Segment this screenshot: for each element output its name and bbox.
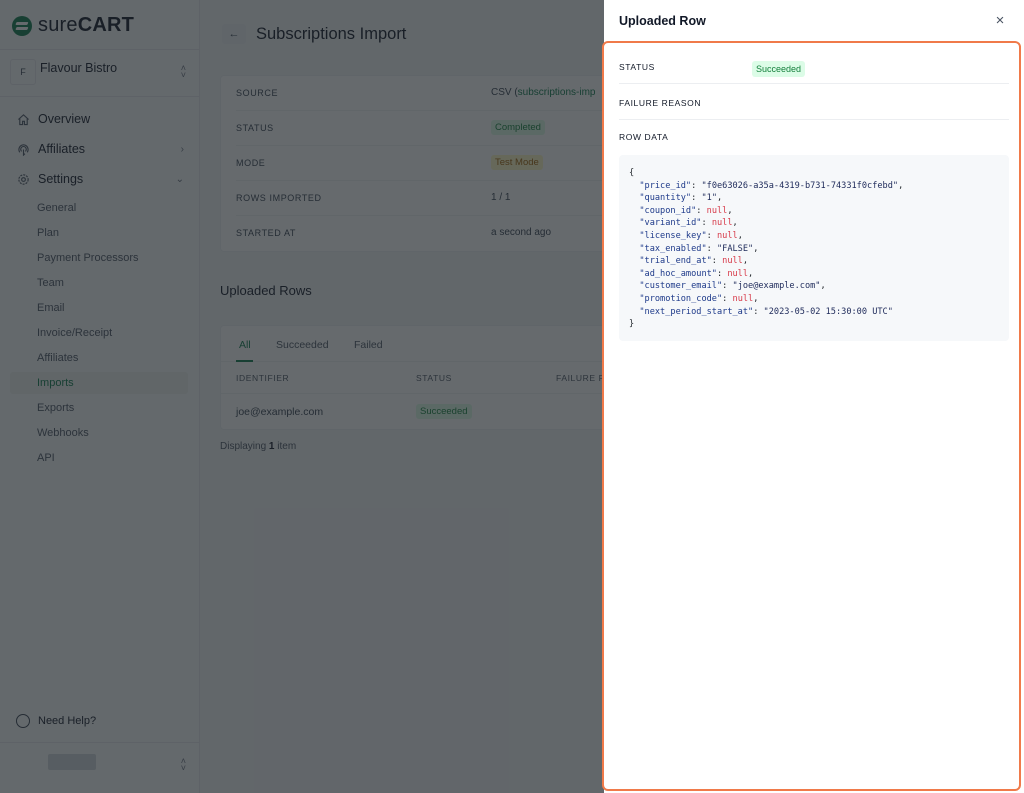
json-brace-open: { [629, 168, 635, 178]
json-key: "promotion_code" [639, 293, 723, 304]
json-separator: , [820, 281, 826, 292]
drawer-value: Succeeded [752, 59, 806, 77]
json-line: "quantity": "1", [629, 193, 722, 203]
json-colon: : [753, 306, 764, 317]
json-separator: , [748, 268, 754, 279]
json-colon: : [706, 243, 717, 254]
drawer-label: FAILURE REASON [619, 98, 702, 108]
json-value: "2023-05-02 15:30:00 UTC" [763, 306, 893, 317]
json-key: "variant_id" [639, 218, 702, 229]
json-line: "customer_email": "joe@example.com", [629, 281, 826, 292]
close-icon[interactable]: × [992, 13, 1008, 29]
json-value: null [727, 268, 749, 279]
json-line: "promotion_code": null, [629, 294, 758, 304]
json-key: "tax_enabled" [639, 243, 707, 254]
uploaded-row-drawer: Uploaded Row × STATUS Succeeded FAILURE … [604, 0, 1024, 793]
json-separator: , [753, 243, 759, 254]
json-value: "FALSE" [716, 243, 754, 254]
json-line: "ad_hoc_amount": null, [629, 269, 753, 279]
json-value: "f0e63026-a35a-4319-b731-74331f0cfebd" [701, 180, 899, 191]
json-key: "coupon_id" [639, 205, 697, 216]
status-badge: Succeeded [752, 61, 806, 77]
json-key: "customer_email" [639, 281, 723, 292]
json-colon: : [691, 180, 702, 191]
json-separator: , [717, 193, 723, 204]
json-colon: : [701, 218, 712, 229]
json-line: "trial_end_at": null, [629, 256, 748, 266]
json-separator: , [753, 293, 759, 304]
drawer-row-status: STATUS Succeeded [619, 48, 1009, 84]
json-separator: , [742, 256, 749, 267]
json-separator: , [727, 205, 733, 216]
json-value: null [722, 256, 743, 267]
drawer-label: ROW DATA [619, 132, 669, 142]
json-colon: : [722, 293, 733, 304]
json-key: "next_period_start_at" [639, 306, 754, 317]
json-line: "license_key": null, [629, 231, 743, 241]
drawer-title: Uploaded Row [619, 14, 706, 28]
json-line: "coupon_id": null, [629, 205, 733, 216]
json-key: "trial_end_at" [639, 256, 712, 267]
json-line: "next_period_start_at": "2023-05-02 15:3… [629, 307, 893, 317]
json-line: "variant_id": null, [629, 218, 738, 229]
json-colon: : [722, 281, 733, 292]
json-value: "joe@example.com" [732, 281, 821, 292]
json-key: "price_id" [639, 180, 692, 191]
json-colon: : [706, 230, 717, 241]
row-data-json: { "price_id": "f0e63026-a35a-4319-b731-7… [619, 155, 1009, 341]
json-colon: : [696, 205, 707, 216]
json-key: "ad_hoc_amount" [639, 268, 717, 279]
json-value: "1" [701, 193, 717, 204]
json-brace-close: } [629, 319, 635, 330]
json-separator: , [737, 230, 743, 241]
json-colon: : [716, 268, 728, 279]
json-value: null [732, 293, 754, 304]
json-colon: : [711, 256, 723, 267]
json-value: null [711, 218, 733, 229]
json-separator: , [898, 180, 904, 191]
drawer-label: STATUS [619, 62, 655, 72]
json-value: null [706, 205, 728, 216]
json-colon: : [691, 193, 702, 204]
json-key: "quantity" [639, 193, 692, 204]
json-separator: , [732, 218, 738, 229]
json-key: "license_key" [639, 230, 707, 241]
json-line: "price_id": "f0e63026-a35a-4319-b731-743… [629, 181, 903, 191]
json-value: null [716, 230, 738, 241]
json-line: "tax_enabled": "FALSE", [629, 244, 758, 254]
drawer-row-failure-reason: FAILURE REASON [619, 84, 1009, 120]
